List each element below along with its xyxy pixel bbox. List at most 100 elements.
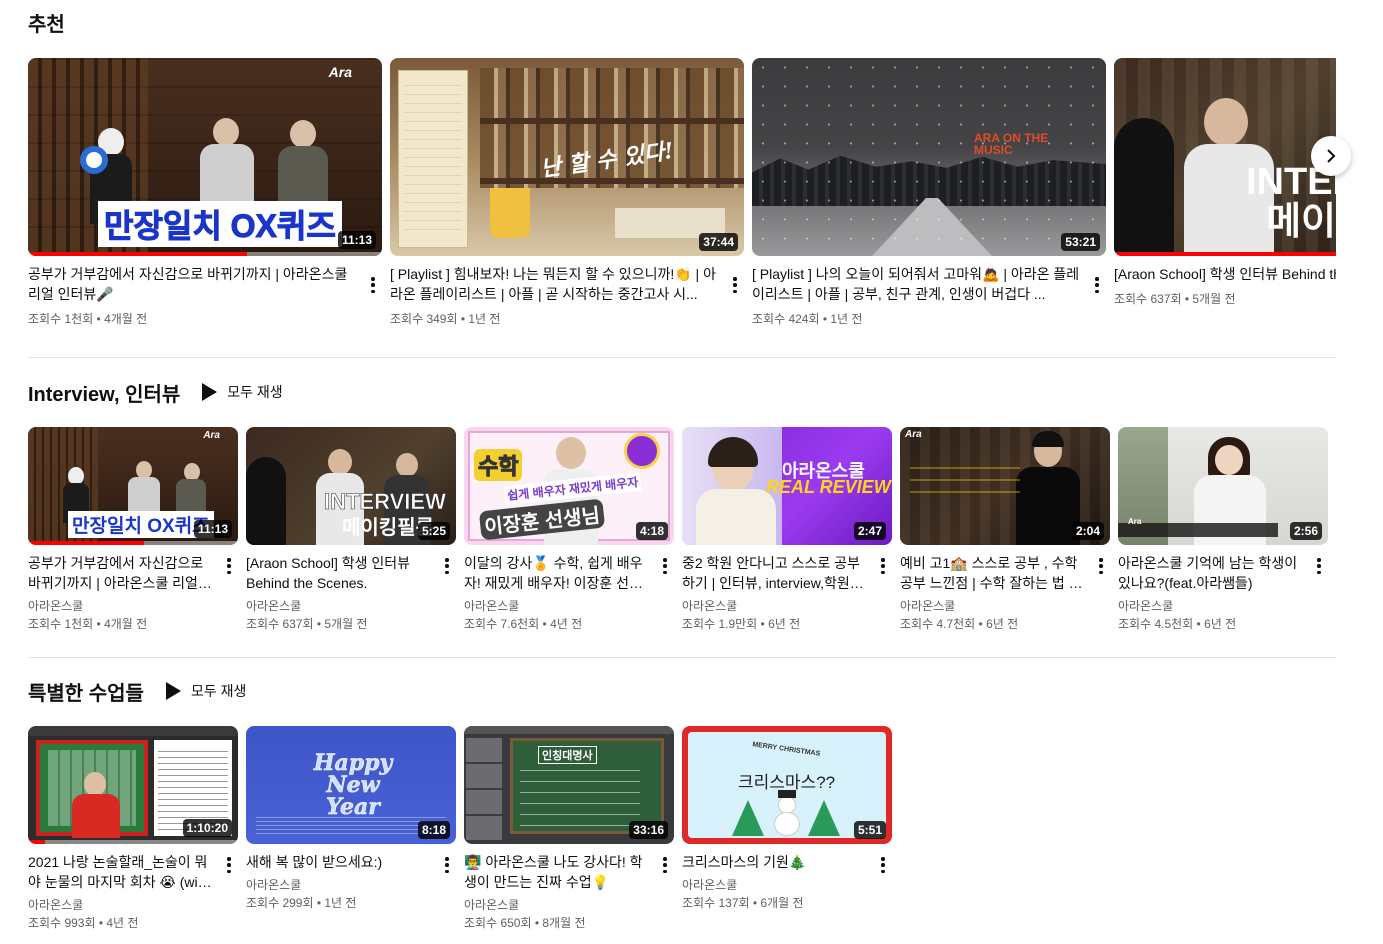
- video-card[interactable]: INTERVIEW 메이킹필름 5:25 [Araon School] 학생 인…: [246, 427, 456, 633]
- video-thumbnail[interactable]: Ara 2:04: [900, 427, 1110, 545]
- more-options-icon[interactable]: [222, 854, 236, 876]
- video-card[interactable]: 수학 쉽게 배우자 재밌게 배우자 이장훈 선생님 4:18 이달의 강사🏅 수…: [464, 427, 674, 633]
- video-duration: 1:10:20: [182, 819, 232, 837]
- video-card[interactable]: 아라온스쿨 REAL REVIEW 2:47 중2 학원 안다니고 스스로 공부…: [682, 427, 892, 633]
- channel-name[interactable]: 아라온스쿨: [900, 597, 1084, 615]
- video-title[interactable]: 공부가 거부감에서 자신감으로 바뀌기까지 | 아라온스쿨 리얼 인터뷰🎤: [28, 264, 356, 304]
- more-options-icon[interactable]: [876, 555, 890, 577]
- video-meta: 크리스마스의 기원🎄 아라온스쿨 조회수 137회 • 6개월 전: [682, 852, 892, 912]
- video-thumbnail[interactable]: MERRY CHRISTMAS 크리스마스?? 5:51: [682, 726, 892, 844]
- video-meta: 이달의 강사🏅 수학, 쉽게 배우자! 재밌게 배우자! 이장훈 선생님 아라온…: [464, 553, 674, 633]
- video-title[interactable]: 새해 복 많이 받으세요:): [246, 852, 430, 872]
- video-meta: [ Playlist ] 나의 오늘이 되어줘서 고마워🙇 | 아라온 플레이리…: [752, 264, 1106, 328]
- video-card[interactable]: 난 할 수 있다! 37:44 [ Playlist ] 힘내보자! 나는 뭐든…: [390, 58, 744, 328]
- more-options-icon[interactable]: [658, 854, 672, 876]
- video-card[interactable]: Ara 만장일치 OX퀴즈 11:13 공부가 거부감에서 자신감으로 바뀌기까…: [28, 427, 238, 633]
- play-all-label: 모두 재생: [190, 683, 247, 699]
- video-duration: 2:56: [1289, 522, 1322, 540]
- video-card[interactable]: MERRY CHRISTMAS 크리스마스?? 5:51 크리스마스의 기원🎄 …: [682, 726, 892, 932]
- more-options-icon[interactable]: [440, 854, 454, 876]
- shelf-title[interactable]: Interview, 인터뷰: [28, 378, 180, 407]
- video-title[interactable]: 아라온스쿨 기억에 남는 학생이 있나요?(feat.아라쌤들): [1118, 553, 1302, 593]
- video-title[interactable]: [Araon School] 학생 인터뷰 Behind the Scenes.: [246, 553, 430, 593]
- channel-name[interactable]: 아라온스쿨: [682, 597, 866, 615]
- more-options-icon[interactable]: [1094, 555, 1108, 577]
- video-thumbnail[interactable]: ARA ON THE MUSIC 53:21: [752, 58, 1106, 256]
- video-card[interactable]: 1:10:20 2021 나랑 논술할래_논술이 뭐야 눈물의 마지막 회차 😭…: [28, 726, 238, 932]
- thumbnail-overlay-text: 인칭대명사: [538, 746, 597, 764]
- watch-progress: [28, 840, 45, 844]
- video-stats: 조회수 299회 • 1년 전: [246, 896, 357, 910]
- video-card[interactable]: INTER 메이 [Araon School] 학생 인터뷰 Behind th…: [1114, 58, 1336, 328]
- video-meta: 공부가 거부감에서 자신감으로 바뀌기까지 | 아라온스쿨 리얼 인터뷰🎤 아라…: [28, 553, 238, 633]
- video-title[interactable]: [ Playlist ] 나의 오늘이 되어줘서 고마워🙇 | 아라온 플레이리…: [752, 264, 1080, 304]
- video-meta: [ Playlist ] 힘내보자! 나는 뭐든지 할 수 있으니까!👏 | 아…: [390, 264, 744, 328]
- video-duration: 2:04: [1071, 522, 1104, 540]
- video-thumbnail[interactable]: Ara 만장일치 OX퀴즈 11:13: [28, 58, 382, 256]
- video-thumbnail[interactable]: Happy New Year 8:18: [246, 726, 456, 844]
- video-thumbnail[interactable]: 1:10:20: [28, 726, 238, 844]
- video-duration: 5:51: [853, 821, 886, 839]
- video-stats: 조회수 650회 • 8개월 전: [464, 916, 586, 930]
- video-thumbnail[interactable]: 아라온스쿨 REAL REVIEW 2:47: [682, 427, 892, 545]
- video-stats: 조회수 1천회 • 4개월 전: [28, 312, 148, 326]
- watch-progress: [28, 541, 144, 545]
- more-options-icon[interactable]: [366, 274, 380, 296]
- next-arrow-button[interactable]: [1311, 136, 1351, 176]
- video-title[interactable]: [Araon School] 학생 인터뷰 Behind the Scenes.: [1114, 264, 1336, 284]
- channel-name[interactable]: 아라온스쿨: [28, 896, 212, 914]
- thumbnail-logo: Ara: [905, 429, 922, 440]
- video-title[interactable]: 크리스마스의 기원🎄: [682, 852, 866, 872]
- channel-name[interactable]: 아라온스쿨: [246, 597, 430, 615]
- video-card[interactable]: Ara 2:56 아라온스쿨 기억에 남는 학생이 있나요?(feat.아라쌤들…: [1118, 427, 1328, 633]
- watch-progress: [1114, 252, 1336, 256]
- channel-name[interactable]: 아라온스쿨: [464, 896, 648, 914]
- channel-name[interactable]: 아라온스쿨: [28, 597, 212, 615]
- more-options-icon[interactable]: [1312, 555, 1326, 577]
- channel-name[interactable]: 아라온스쿨: [682, 876, 866, 894]
- video-thumbnail[interactable]: Ara 만장일치 OX퀴즈 11:13: [28, 427, 238, 545]
- channel-name[interactable]: 아라온스쿨: [464, 597, 648, 615]
- watch-progress: [28, 252, 248, 256]
- thumbnail-overlay-text: ARA ON THE MUSIC: [974, 131, 1049, 157]
- more-options-icon[interactable]: [876, 854, 890, 876]
- play-all-button[interactable]: 모두 재생: [202, 382, 283, 402]
- video-thumbnail[interactable]: Ara 2:56: [1118, 427, 1328, 545]
- video-thumbnail[interactable]: 수학 쉽게 배우자 재밌게 배우자 이장훈 선생님 4:18: [464, 427, 674, 545]
- video-stats: 조회수 349회 • 1년 전: [390, 312, 501, 326]
- video-title[interactable]: 중2 학원 안다니고 스스로 공부하기 | 인터뷰, interview,학원 …: [682, 553, 866, 593]
- video-thumbnail[interactable]: INTERVIEW 메이킹필름 5:25: [246, 427, 456, 545]
- more-options-icon[interactable]: [1090, 274, 1104, 296]
- section-divider: [28, 357, 1336, 358]
- video-meta: 아라온스쿨 기억에 남는 학생이 있나요?(feat.아라쌤들) 아라온스쿨 조…: [1118, 553, 1328, 633]
- video-meta: [Araon School] 학생 인터뷰 Behind the Scenes.…: [1114, 264, 1336, 308]
- video-card[interactable]: Happy New Year 8:18 새해 복 많이 받으세요:) 아라온스쿨…: [246, 726, 456, 932]
- shelf-title[interactable]: 특별한 수업들: [28, 677, 144, 706]
- video-title[interactable]: 공부가 거부감에서 자신감으로 바뀌기까지 | 아라온스쿨 리얼 인터뷰🎤: [28, 553, 212, 593]
- video-title[interactable]: [ Playlist ] 힘내보자! 나는 뭐든지 할 수 있으니까!👏 | 아…: [390, 264, 718, 304]
- video-duration: 33:16: [629, 821, 668, 839]
- video-card[interactable]: ARA ON THE MUSIC 53:21 [ Playlist ] 나의 오…: [752, 58, 1106, 328]
- video-title[interactable]: 2021 나랑 논술할래_논술이 뭐야 눈물의 마지막 회차 😭 (with 산…: [28, 852, 212, 892]
- more-options-icon[interactable]: [658, 555, 672, 577]
- thumbnail-overlay-subtext: REAL REVIEW: [766, 477, 891, 497]
- video-stats: 조회수 1.9만회 • 6년 전: [682, 617, 801, 631]
- video-stats: 조회수 993회 • 4년 전: [28, 916, 139, 930]
- video-title[interactable]: 이달의 강사🏅 수학, 쉽게 배우자! 재밌게 배우자! 이장훈 선생님: [464, 553, 648, 593]
- channel-name[interactable]: 아라온스쿨: [1118, 597, 1302, 615]
- video-thumbnail[interactable]: 난 할 수 있다! 37:44: [390, 58, 744, 256]
- more-options-icon[interactable]: [222, 555, 236, 577]
- play-all-button[interactable]: 모두 재생: [165, 681, 247, 701]
- more-options-icon[interactable]: [728, 274, 742, 296]
- recommended-grid: Ara 만장일치 OX퀴즈 11:13 공부가 거부감에서 자신감으로 바뀌기까…: [28, 58, 1336, 328]
- channel-name[interactable]: 아라온스쿨: [246, 876, 430, 894]
- video-thumbnail[interactable]: INTER 메이: [1114, 58, 1336, 256]
- video-card[interactable]: 인칭대명사 33:16 👨‍🏫 아라온스쿨 나도 강사다! 학생이 만드는 진짜…: [464, 726, 674, 932]
- video-meta: 예비 고1🏫 스스로 공부 , 수학 공부 느낀점 | 수학 잘하는 법 공부법…: [900, 553, 1110, 633]
- video-thumbnail[interactable]: 인칭대명사 33:16: [464, 726, 674, 844]
- video-card[interactable]: Ara 만장일치 OX퀴즈 11:13 공부가 거부감에서 자신감으로 바뀌기까…: [28, 58, 382, 328]
- video-title[interactable]: 예비 고1🏫 스스로 공부 , 수학 공부 느낀점 | 수학 잘하는 법 공부법: [900, 553, 1084, 593]
- more-options-icon[interactable]: [440, 555, 454, 577]
- video-title[interactable]: 👨‍🏫 아라온스쿨 나도 강사다! 학생이 만드는 진짜 수업💡: [464, 852, 648, 892]
- video-card[interactable]: Ara 2:04 예비 고1🏫 스스로 공부 , 수학 공부 느낀점 | 수학 …: [900, 427, 1110, 633]
